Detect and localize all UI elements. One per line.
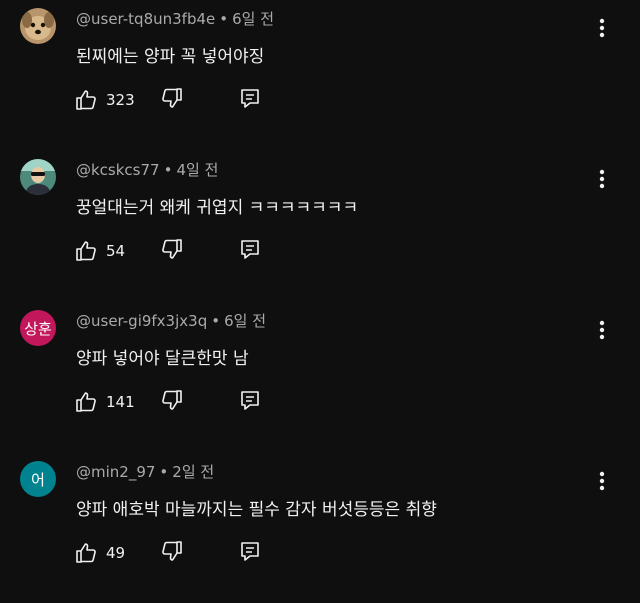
reply-button[interactable] — [238, 388, 266, 416]
comment-meta: @user-gi9fx3jx3q • 6일 전 — [76, 310, 266, 331]
author-name[interactable]: @user-tq8un3fb4e — [76, 10, 215, 28]
more-vertical-icon — [599, 18, 605, 38]
comment-meta: @user-tq8un3fb4e • 6일 전 — [76, 8, 274, 29]
like-count: 323 — [106, 91, 135, 109]
author-name[interactable]: @min2_97 — [76, 463, 155, 481]
avatar[interactable]: 상훈 — [20, 310, 56, 346]
like-count: 54 — [106, 242, 126, 260]
avatar[interactable] — [20, 8, 56, 44]
like-button[interactable]: 141 — [74, 388, 154, 416]
more-vertical-icon — [599, 169, 605, 189]
comment-time: 2일 전 — [172, 463, 215, 481]
dislike-button[interactable] — [160, 388, 188, 416]
like-count: 141 — [106, 393, 135, 411]
comment-actions: 141 — [74, 388, 294, 416]
reply-icon — [241, 542, 259, 561]
dislike-button[interactable] — [160, 86, 188, 114]
thumbs-down-icon — [162, 88, 182, 108]
avatar[interactable]: 어 — [20, 461, 56, 497]
reply-icon — [241, 391, 259, 410]
comment-time: 4일 전 — [176, 161, 219, 179]
thumbs-down-icon — [162, 239, 182, 259]
comment-item: 어 @min2_97 • 2일 전 양파 애호박 마늘까지는 필수 감자 버섯등등은… — [0, 453, 640, 603]
thumbs-down-icon — [162, 541, 182, 561]
more-options-button[interactable] — [590, 14, 614, 42]
meta-separator: • — [163, 161, 173, 179]
comment-item: 상훈 @user-gi9fx3jx3q • 6일 전 양파 넣어야 달큰한맛 남 1… — [0, 302, 640, 452]
author-name[interactable]: @kcskcs77 — [76, 161, 160, 179]
dog-photo-avatar-icon — [20, 8, 56, 44]
more-options-button[interactable] — [590, 316, 614, 344]
meta-separator: • — [219, 10, 229, 28]
more-options-button[interactable] — [590, 467, 614, 495]
dislike-button[interactable] — [160, 539, 188, 567]
comment-time: 6일 전 — [224, 312, 266, 330]
like-button[interactable]: 54 — [74, 237, 154, 265]
comment-text: 양파 애호박 마늘까지는 필수 감자 버섯등등은 취향 — [76, 500, 437, 520]
reply-button[interactable] — [238, 237, 266, 265]
person-photo-avatar-icon — [20, 159, 56, 195]
comment-actions: 323 — [74, 86, 294, 114]
avatar-initials: 어 — [31, 470, 45, 489]
more-options-button[interactable] — [590, 165, 614, 193]
like-count: 49 — [106, 544, 126, 562]
comment-meta: @kcskcs77 • 4일 전 — [76, 159, 218, 180]
author-name[interactable]: @user-gi9fx3jx3q — [76, 312, 207, 330]
comment-actions: 49 — [74, 539, 294, 567]
meta-separator: • — [211, 312, 221, 330]
like-button[interactable]: 323 — [74, 86, 154, 114]
comment-time: 6일 전 — [232, 10, 275, 28]
dislike-button[interactable] — [160, 237, 188, 265]
comment-text: 양파 넣어야 달큰한맛 남 — [76, 349, 249, 369]
comment-actions: 54 — [74, 237, 294, 265]
comment-text: 꿍얼대는거 왜케 귀엽지 ㅋㅋㅋㅋㅋㅋㅋ — [76, 198, 359, 218]
avatar-initials: 상훈 — [24, 319, 52, 338]
reply-button[interactable] — [238, 539, 266, 567]
thumbs-up-icon — [74, 88, 98, 116]
reply-icon — [241, 240, 259, 259]
avatar[interactable] — [20, 159, 56, 195]
more-vertical-icon — [599, 471, 605, 491]
reply-button[interactable] — [238, 86, 266, 114]
thumbs-up-icon — [74, 541, 98, 569]
more-vertical-icon — [599, 320, 605, 340]
comment-meta: @min2_97 • 2일 전 — [76, 461, 214, 482]
thumbs-down-icon — [162, 390, 182, 410]
comment-item: @user-tq8un3fb4e • 6일 전 된찌에는 양파 꼭 넣어야징 323 — [0, 0, 640, 150]
reply-icon — [241, 89, 259, 108]
comment-item: @kcskcs77 • 4일 전 꿍얼대는거 왜케 귀엽지 ㅋㅋㅋㅋㅋㅋㅋ 54 — [0, 151, 640, 301]
comment-text: 된찌에는 양파 꼭 넣어야징 — [76, 47, 265, 67]
thumbs-up-icon — [74, 390, 98, 418]
meta-separator: • — [159, 463, 169, 481]
like-button[interactable]: 49 — [74, 539, 154, 567]
comment-list: @user-tq8un3fb4e • 6일 전 된찌에는 양파 꼭 넣어야징 323 — [0, 0, 640, 587]
thumbs-up-icon — [74, 239, 98, 267]
